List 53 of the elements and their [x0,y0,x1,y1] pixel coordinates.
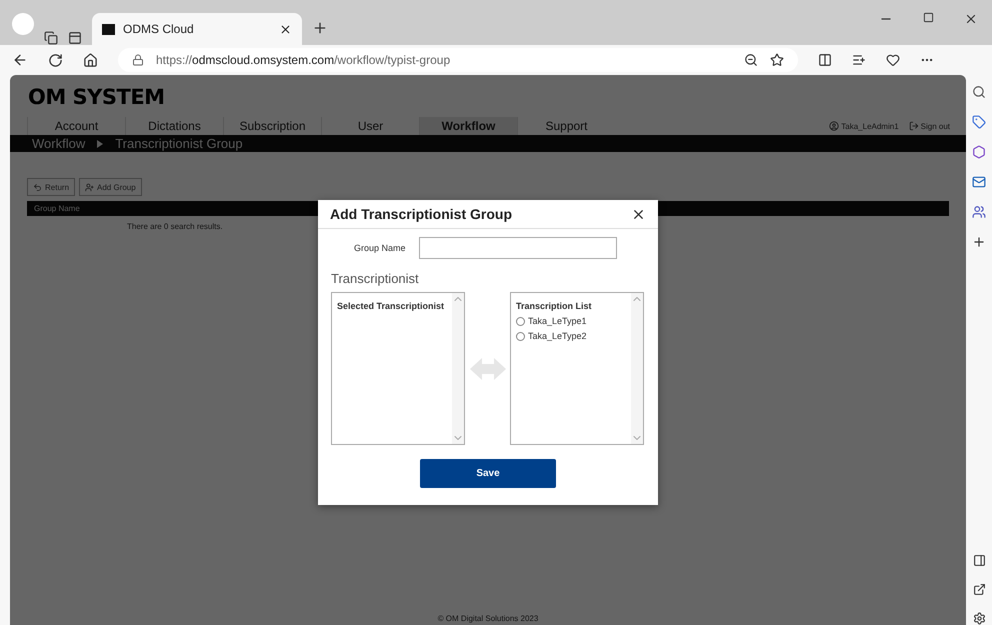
close-tab-icon[interactable] [279,22,292,36]
favorites-list-icon[interactable] [852,53,866,67]
nav-tab[interactable]: Workflow [419,117,517,135]
external-link-icon[interactable] [972,583,986,596]
tabs-icon[interactable] [44,31,58,45]
add-icon[interactable] [972,235,986,249]
user-icon [829,121,840,131]
address-bar[interactable]: https://odmscloud.omsystem.com/workflow/typist-group [118,48,798,72]
browser-tab[interactable]: ODMS Cloud [92,13,302,45]
section-title: Transcriptionist [330,270,420,286]
heart-icon[interactable] [886,53,900,67]
group-name-field[interactable] [418,237,617,259]
sign-out-icon [908,121,919,131]
list-option[interactable]: Taka_LeType1 [516,316,626,326]
add-group-button[interactable]: Add Group [79,178,142,196]
settings-icon[interactable] [972,612,986,625]
lock-icon [132,54,144,66]
user-name: Taka_LeAdmin1 [829,121,899,131]
radio-button[interactable] [516,316,525,326]
copyright-text: © OM Digital Solutions 2023 [436,614,540,625]
sidebar-icon[interactable] [972,554,986,567]
list-header: Selected Transcriptionist [337,301,446,311]
empty-message: There are 0 search results. [126,221,224,231]
close-icon[interactable] [964,12,978,26]
back-icon[interactable] [12,52,28,68]
favorite-icon[interactable] [770,53,784,67]
refresh-icon[interactable] [48,52,63,68]
field-label: Group Name [354,243,406,253]
list-header: Transcription List [516,301,593,311]
breadcrumb-item: Workflow [32,136,86,151]
brand-logo: OM SYSTEM [27,84,166,109]
search-icon[interactable] [972,85,986,99]
people-icon[interactable] [972,205,986,219]
add-user-icon [85,182,94,192]
new-tab-icon[interactable] [312,20,328,36]
office-icon[interactable] [972,145,986,159]
radio-button[interactable] [516,332,525,340]
sign-out-link[interactable]: Sign out [908,121,950,131]
return-icon [33,182,42,192]
split-screen-icon[interactable] [818,53,832,67]
home-icon[interactable] [83,52,98,68]
tab-actions-icon[interactable] [68,31,82,45]
tag-icon[interactable] [972,115,986,129]
breadcrumb-item: Transcriptionist Group [115,136,243,151]
mail-icon[interactable] [972,175,986,189]
transfer-arrow-icon [470,358,506,380]
save-button[interactable]: Save [420,459,556,488]
breadcrumb-arrow-icon [97,140,104,148]
zoom-out-icon[interactable] [744,53,758,67]
site-logo-icon [102,24,115,34]
transcription-list[interactable]: Transcription List Taka_LeType1 Taka_LeType2 [510,292,644,445]
return-button[interactable]: Return [27,178,76,196]
list-option[interactable]: Taka_LeType2 [516,331,626,341]
